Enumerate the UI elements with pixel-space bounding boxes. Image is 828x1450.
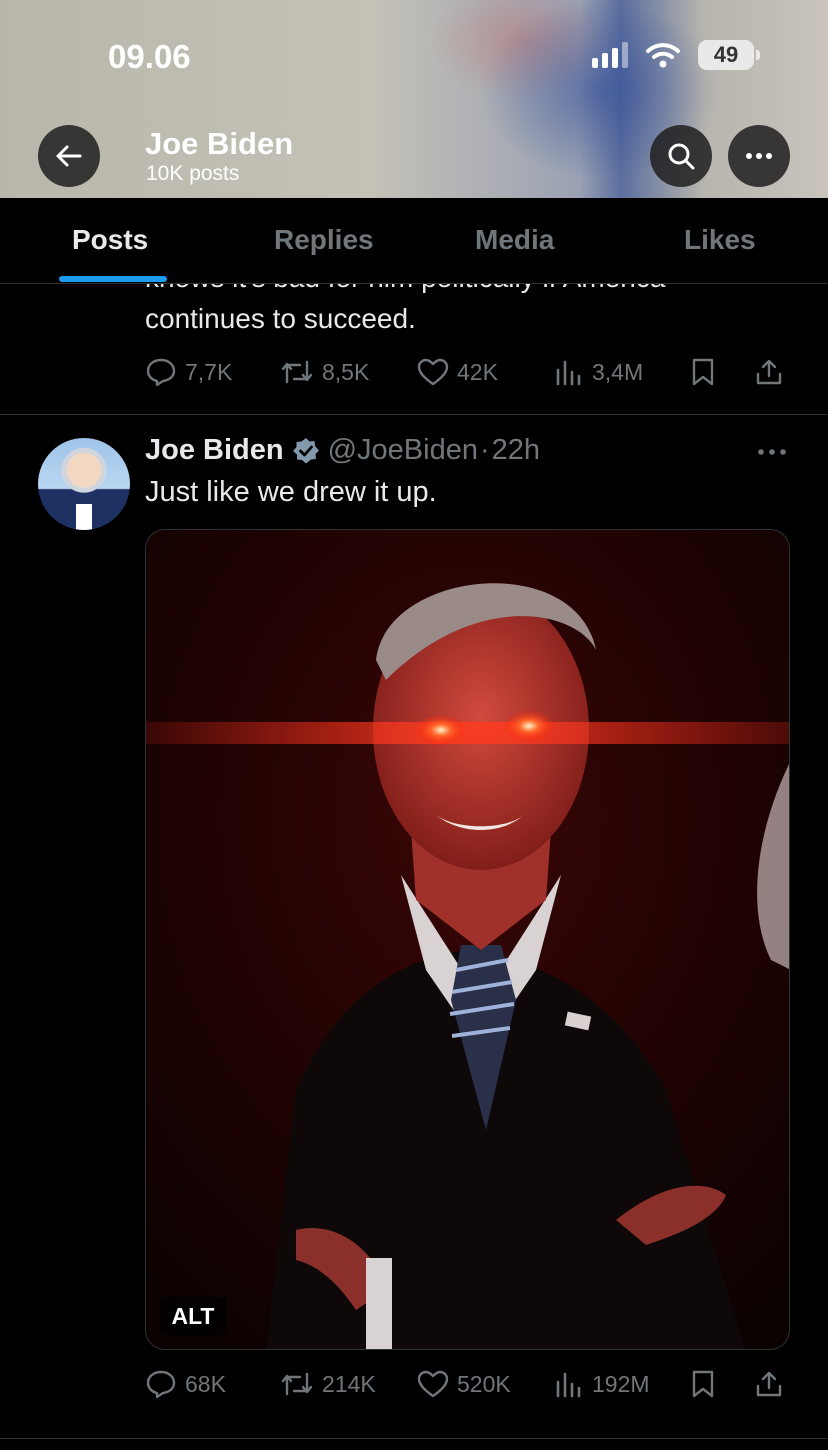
reply-button[interactable]: 7,7K [145, 357, 280, 387]
avatar[interactable] [38, 438, 130, 530]
wifi-icon [646, 43, 680, 68]
author-handle[interactable]: @JoeBiden [328, 434, 478, 467]
repost-button[interactable]: 8,5K [280, 358, 417, 386]
share-icon [756, 359, 782, 385]
bookmark-button[interactable] [690, 1369, 754, 1399]
view-count: 3,4M [592, 358, 644, 385]
reply-count: 7,7K [185, 358, 233, 385]
bookmark-button[interactable] [690, 357, 754, 387]
share-button[interactable] [754, 357, 784, 387]
tweet-media-image[interactable] [145, 529, 790, 1350]
page-title: Joe Biden [145, 126, 294, 161]
repost-count: 8,5K [322, 358, 370, 385]
like-count: 520K [457, 1370, 511, 1397]
search-button[interactable] [650, 125, 712, 187]
image-illustration [146, 530, 789, 1349]
search-icon [668, 143, 695, 170]
like-count: 42K [457, 358, 498, 385]
back-button[interactable] [38, 125, 100, 187]
like-button[interactable]: 520K [417, 1370, 554, 1398]
tweet-timestamp[interactable]: 22h [492, 434, 540, 467]
like-button[interactable]: 42K [417, 358, 554, 386]
profile-tabs: Posts Replies Media Likes [0, 198, 828, 284]
tweet-divider [0, 414, 828, 415]
tweet-more-icon[interactable] [757, 447, 787, 457]
repost-count: 214K [322, 1370, 376, 1397]
repost-icon [281, 1372, 313, 1396]
repost-button[interactable]: 214K [280, 1370, 417, 1398]
tab-posts[interactable]: Posts [72, 224, 148, 256]
previous-tweet-text: continues to succeed. [145, 303, 416, 334]
tab-replies[interactable]: Replies [274, 224, 374, 256]
meta-separator: · [479, 434, 490, 466]
reply-icon [146, 358, 176, 387]
share-icon [756, 1371, 782, 1397]
tweet-text: Just like we drew it up. [145, 476, 437, 508]
more-options-button[interactable] [728, 125, 790, 187]
alt-text-badge[interactable]: ALT [160, 1297, 226, 1335]
share-button[interactable] [754, 1369, 784, 1399]
previous-tweet-actions: 7,7K 8,5K 42K 3,4M [145, 352, 790, 392]
tab-likes[interactable]: Likes [684, 224, 756, 256]
bookmark-icon [692, 1370, 714, 1398]
reply-icon [146, 1370, 176, 1399]
cellular-signal-icon [592, 42, 628, 68]
arrow-left-icon [56, 145, 82, 167]
tab-media[interactable]: Media [475, 224, 554, 256]
active-tab-indicator [59, 276, 167, 282]
tweet-divider [0, 1438, 828, 1439]
bookmark-icon [692, 358, 714, 386]
views-button[interactable]: 3,4M [554, 358, 690, 386]
repost-icon [281, 360, 313, 384]
author-name[interactable]: Joe Biden [145, 434, 284, 467]
tweet-author-row: Joe Biden @JoeBiden · 22h [145, 434, 540, 467]
tweet-actions: 68K 214K 520K 192M [145, 1364, 790, 1404]
battery-icon: 49 [698, 40, 760, 70]
views-button[interactable]: 192M [554, 1370, 690, 1398]
verified-badge-icon [292, 437, 319, 463]
view-count: 192M [592, 1370, 650, 1397]
heart-icon [417, 358, 449, 386]
views-chart-icon [556, 1372, 581, 1398]
reply-button[interactable]: 68K [145, 1369, 280, 1399]
more-horizontal-icon [746, 153, 772, 159]
status-time: 09.06 [108, 38, 191, 75]
heart-icon [417, 1370, 449, 1398]
status-icons: 49 [592, 40, 760, 70]
reply-count: 68K [185, 1370, 226, 1397]
post-count: 10K posts [146, 162, 240, 185]
views-chart-icon [556, 360, 581, 386]
